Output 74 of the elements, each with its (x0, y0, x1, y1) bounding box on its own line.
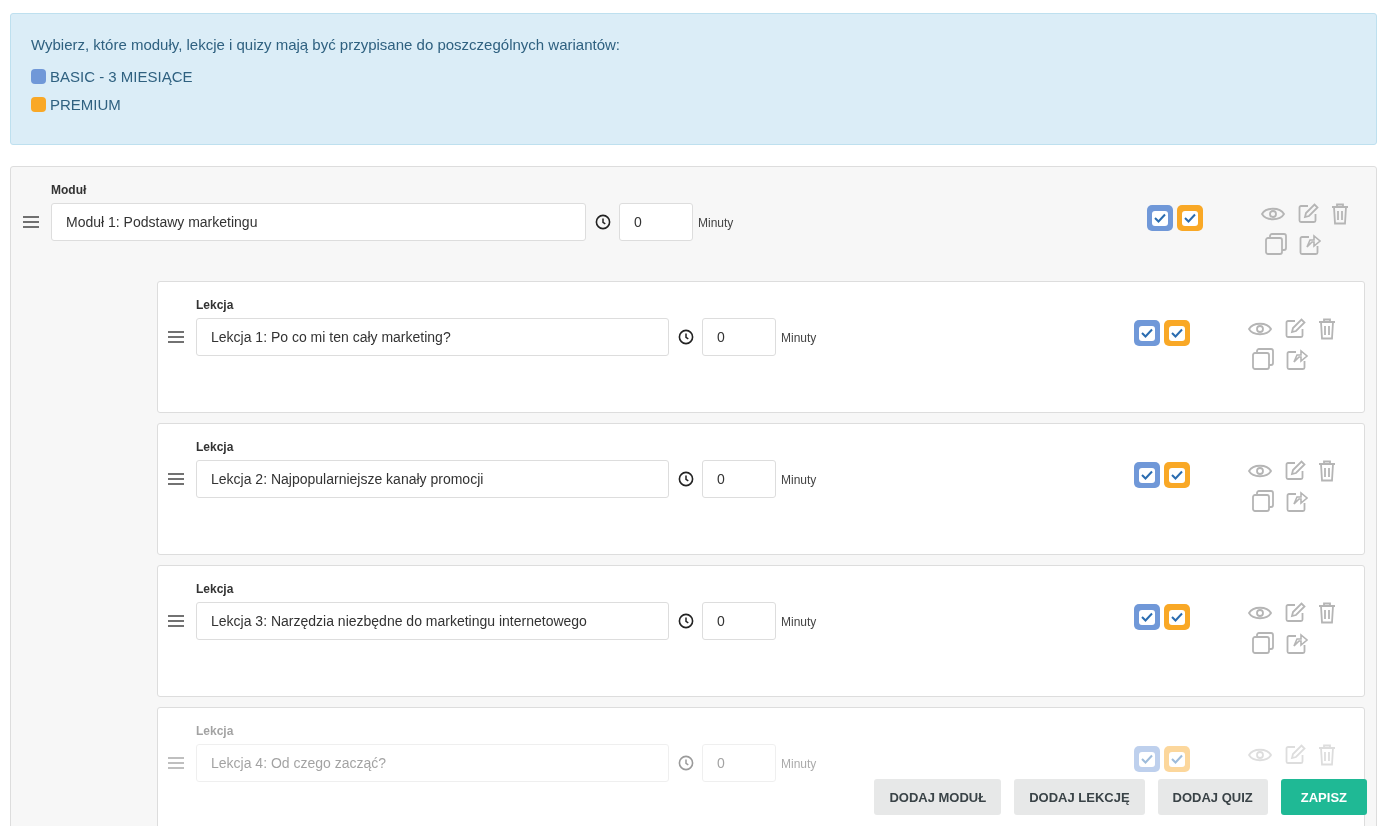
minutes-field[interactable]: 0 (619, 203, 693, 241)
variant-name: PREMIUM (50, 95, 121, 113)
copy-icon[interactable] (1265, 233, 1287, 255)
variant-checkbox[interactable] (1147, 205, 1173, 231)
variant-checkbox[interactable] (1177, 205, 1203, 231)
check-icon (1184, 213, 1196, 223)
copy-icon[interactable] (1252, 632, 1274, 654)
clock-icon (678, 471, 694, 487)
clock-icon (678, 613, 694, 629)
item-label: Lekcja (196, 582, 235, 596)
clock-icon (678, 755, 694, 771)
check-icon (1141, 612, 1153, 622)
check-icon (1171, 754, 1183, 764)
variant-checkbox[interactable] (1164, 462, 1190, 488)
eye-icon[interactable] (1261, 206, 1285, 222)
minutes-field[interactable]: 0 (702, 602, 776, 640)
minutes-unit: Minuty (781, 615, 817, 629)
copy-icon[interactable] (1252, 348, 1274, 370)
check-icon (1171, 612, 1183, 622)
external-link-icon[interactable] (1286, 348, 1308, 370)
add-button[interactable]: DODAJ LEKCJĘ (1014, 779, 1145, 815)
edit-icon[interactable] (1284, 744, 1306, 766)
variant-checkbox[interactable] (1134, 604, 1160, 630)
check-icon (1141, 754, 1153, 764)
clock-icon (595, 214, 611, 230)
drag-handle-icon[interactable] (168, 615, 184, 627)
minutes-unit: Minuty (781, 331, 817, 345)
variant-checkbox[interactable] (1164, 320, 1190, 346)
external-link-icon[interactable] (1299, 233, 1321, 255)
check-icon (1171, 470, 1183, 480)
copy-icon[interactable] (1252, 490, 1274, 512)
eye-icon[interactable] (1248, 463, 1272, 479)
title-field[interactable]: Lekcja 1: Po co mi ten cały marketing? (196, 318, 669, 356)
trash-icon[interactable] (1318, 602, 1336, 624)
check-icon (1154, 213, 1166, 223)
variant-name: BASIC - 3 MIESIĄCE (50, 67, 193, 85)
title-field[interactable]: Lekcja 2: Najpopularniejsze kanały promocji (196, 460, 669, 498)
item-label: Lekcja (196, 298, 235, 312)
eye-icon[interactable] (1248, 321, 1272, 337)
drag-handle-icon[interactable] (23, 216, 39, 228)
minutes-unit: Minuty (698, 216, 734, 230)
add-button[interactable]: DODAJ MODUŁ (874, 779, 1002, 815)
edit-icon[interactable] (1297, 203, 1319, 225)
drag-handle-icon[interactable] (168, 473, 184, 485)
title-field[interactable]: Moduł 1: Podstawy marketingu (51, 203, 586, 241)
eye-icon[interactable] (1248, 605, 1272, 621)
variant-checkbox[interactable] (1164, 746, 1190, 772)
info-text: Wybierz, które moduły, lekcje i quizy mają być przypisane do poszczególnych wariantów: (31, 36, 621, 53)
trash-icon[interactable] (1318, 318, 1336, 340)
minutes-field[interactable]: 0 (702, 460, 776, 498)
title-field[interactable]: Lekcja 3: Narzędzia niezbędne do marketingu internetowego (196, 602, 669, 640)
check-icon (1141, 470, 1153, 480)
variant-checkbox[interactable] (1134, 462, 1160, 488)
check-icon (1171, 328, 1183, 338)
trash-icon[interactable] (1331, 203, 1349, 225)
item-label: Moduł (51, 183, 88, 197)
variant-checkbox[interactable] (1164, 604, 1190, 630)
external-link-icon[interactable] (1286, 632, 1308, 654)
edit-icon[interactable] (1284, 318, 1306, 340)
minutes-unit: Minuty (781, 757, 817, 771)
drag-handle-icon[interactable] (168, 331, 184, 343)
edit-icon[interactable] (1284, 602, 1306, 624)
edit-icon[interactable] (1284, 460, 1306, 482)
minutes-field[interactable]: 0 (702, 318, 776, 356)
minutes-unit: Minuty (781, 473, 817, 487)
variant-checkbox[interactable] (1134, 746, 1160, 772)
variant-checkbox[interactable] (1134, 320, 1160, 346)
item-label: Lekcja (196, 440, 235, 454)
add-button[interactable]: DODAJ QUIZ (1157, 779, 1268, 815)
trash-icon[interactable] (1318, 460, 1336, 482)
item-label: Lekcja (196, 724, 235, 738)
external-link-icon[interactable] (1286, 490, 1308, 512)
check-icon (1141, 328, 1153, 338)
clock-icon (678, 329, 694, 345)
